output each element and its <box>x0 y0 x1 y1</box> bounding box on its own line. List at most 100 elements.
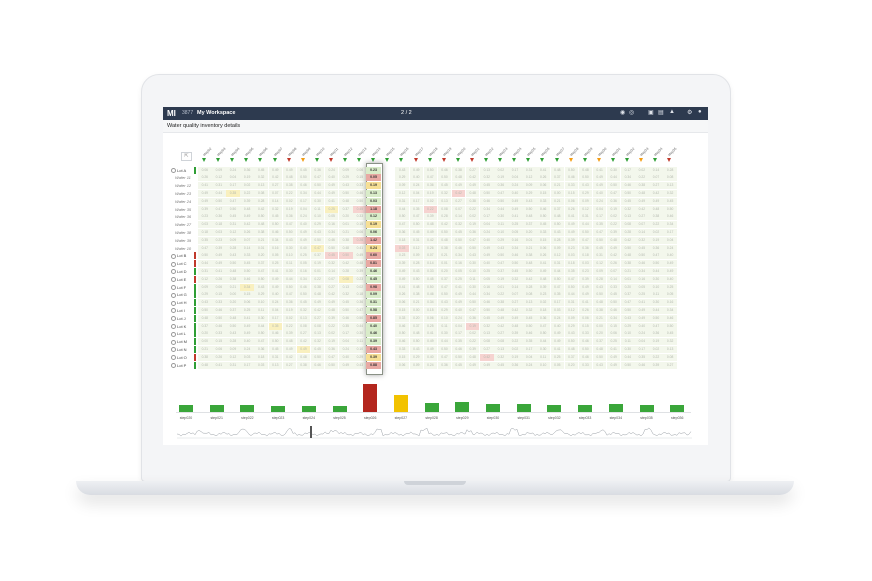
heatmap-cell[interactable]: 0.38 <box>494 299 508 307</box>
heatmap-cell[interactable]: 0.17 <box>592 213 607 221</box>
heatmap-cell[interactable]: 0.14 <box>451 213 466 221</box>
heatmap-cell[interactable]: 0.50 <box>522 267 536 275</box>
bar[interactable] <box>670 404 685 412</box>
heatmap-cell[interactable]: 0.32 <box>663 189 677 197</box>
heatmap-cell[interactable]: 0.08 <box>480 338 494 346</box>
heatmap-cell[interactable]: 0.14 <box>268 197 283 205</box>
heatmap-cell[interactable]: 0.36 <box>465 228 480 236</box>
heatmap-cell[interactable]: 0.11 <box>621 338 635 346</box>
heatmap-cell[interactable]: 0.45 <box>310 345 325 353</box>
heatmap-cell[interactable]: 0.09 <box>564 314 579 322</box>
heatmap-cell[interactable]: 0.13 <box>663 182 677 190</box>
heatmap-cell[interactable]: 0.18 <box>395 236 409 244</box>
heatmap-cell[interactable]: 0.15 <box>395 306 409 314</box>
heatmap-cell[interactable]: 0.14 <box>240 244 254 252</box>
heatmap-cell[interactable]: 0.38 <box>437 244 452 252</box>
heatmap-cell[interactable]: 0.28 <box>226 338 240 346</box>
heatmap-cell[interactable]: 0.46 <box>635 361 649 369</box>
heatmap-cell[interactable]: 0.03 <box>550 306 565 314</box>
heatmap-cell[interactable]: 0.47 <box>437 353 452 361</box>
heatmap-cell[interactable]: 0.50 <box>578 345 593 353</box>
heatmap-cell[interactable]: 0.50 <box>522 205 536 213</box>
heatmap-cell[interactable]: 0.38 <box>635 182 649 190</box>
bar[interactable] <box>639 405 654 412</box>
heatmap-cell[interactable]: 0.31 <box>226 361 240 369</box>
heatmap-cell[interactable]: 0.41 <box>578 299 593 307</box>
heatmap-cell[interactable]: 0.50 <box>437 291 452 299</box>
heatmap-cell[interactable]: 0.20 <box>409 314 424 322</box>
heatmap-cell[interactable]: 0.30 <box>437 330 452 338</box>
heatmap-cell[interactable]: 0.46 <box>339 314 353 322</box>
heatmap-cell[interactable]: 0.47 <box>465 306 480 314</box>
heatmap-cell[interactable]: 0.10 <box>353 345 367 353</box>
row-label[interactable]: Lot L <box>171 330 196 337</box>
heatmap-cell[interactable]: 0.11 <box>536 353 550 361</box>
heatmap-cell[interactable]: 0.48 <box>198 314 212 322</box>
heatmap-cell[interactable]: 0.47 <box>324 353 339 361</box>
heatmap-cell[interactable]: 0.39 <box>649 361 663 369</box>
heatmap-cell[interactable]: 0.47 <box>437 283 452 291</box>
heatmap-cell[interactable]: 0.09 <box>395 182 409 190</box>
heatmap-cell[interactable]: 0.39 <box>198 205 212 213</box>
heatmap-cell[interactable]: 0.32 <box>663 338 677 346</box>
heatmap-cell[interactable]: 0.49 <box>536 267 550 275</box>
heatmap-cell[interactable]: 0.46 <box>395 322 409 330</box>
heatmap-cell[interactable]: 0.38 <box>296 361 311 369</box>
heatmap-cell[interactable]: 0.48 <box>550 166 565 174</box>
heatmap-cell[interactable]: 0.44 <box>282 275 297 283</box>
heatmap-cell[interactable]: 0.06 <box>564 197 579 205</box>
heatmap-cell[interactable]: 0.48 <box>409 283 424 291</box>
heatmap-cell[interactable]: 0.25 <box>451 275 466 283</box>
heatmap-cell[interactable]: 0.47 <box>564 275 579 283</box>
heatmap-cell[interactable]: 0.50 <box>465 299 480 307</box>
bar[interactable] <box>179 405 193 412</box>
heatmap-cell[interactable]: 0.41 <box>592 166 607 174</box>
heatmap-cell[interactable]: 0.24 <box>226 166 240 174</box>
heatmap-cell[interactable]: 0.22 <box>465 205 480 213</box>
heatmap-cell[interactable]: 0.17 <box>339 330 353 338</box>
heatmap-cell[interactable]: 0.49 <box>578 291 593 299</box>
heatmap-cell[interactable]: 0.50 <box>254 275 268 283</box>
heatmap-cell[interactable]: 0.43 <box>226 330 240 338</box>
heatmap-cell[interactable]: 0.46 <box>324 236 339 244</box>
highlighted-cell[interactable]: 1.18 <box>366 205 381 213</box>
heatmap-cell[interactable]: 0.08 <box>296 322 311 330</box>
heatmap-cell[interactable]: 0.30 <box>254 314 268 322</box>
heatmap-cell[interactable]: 0.28 <box>621 228 635 236</box>
heatmap-cell[interactable]: 0.17 <box>508 166 522 174</box>
heatmap-cell[interactable]: 0.49 <box>423 345 438 353</box>
heatmap-cell[interactable]: 0.45 <box>324 252 339 260</box>
heatmap-cell[interactable]: 0.50 <box>663 322 677 330</box>
heatmap-cell[interactable]: 0.50 <box>564 166 579 174</box>
heatmap-cell[interactable]: 0.29 <box>494 236 508 244</box>
heatmap-cell[interactable]: 0.42 <box>240 221 254 229</box>
expand-row-icon[interactable] <box>171 362 176 368</box>
heatmap-cell[interactable]: 0.10 <box>282 252 297 260</box>
expand-row-icon[interactable] <box>171 261 176 267</box>
heatmap-cell[interactable]: 0.29 <box>339 174 353 182</box>
heatmap-cell[interactable]: 0.17 <box>635 345 649 353</box>
heatmap-cell[interactable]: 0.09 <box>592 267 607 275</box>
heatmap-cell[interactable]: 0.21 <box>254 236 268 244</box>
heatmap-cell[interactable]: 0.38 <box>592 306 607 314</box>
heatmap-cell[interactable]: 0.50 <box>409 275 424 283</box>
heatmap-cell[interactable]: 0.36 <box>494 182 508 190</box>
highlighted-cell[interactable]: 0.39 <box>366 353 381 361</box>
heatmap-cell[interactable]: 0.22 <box>282 322 297 330</box>
heatmap-cell[interactable]: 0.07 <box>423 252 438 260</box>
heatmap-cell[interactable]: 0.48 <box>339 197 353 205</box>
heatmap-cell[interactable]: 0.36 <box>212 213 226 221</box>
heatmap-cell[interactable]: 0.30 <box>649 299 663 307</box>
heatmap-cell[interactable]: 0.47 <box>310 244 325 252</box>
heatmap-cell[interactable]: 0.46 <box>536 205 550 213</box>
heatmap-cell[interactable]: 0.19 <box>324 338 339 346</box>
heatmap-cell[interactable]: 0.50 <box>268 338 283 346</box>
heatmap-cell[interactable]: 0.50 <box>296 291 311 299</box>
heatmap-cell[interactable]: 0.25 <box>508 221 522 229</box>
heatmap-cell[interactable]: 0.42 <box>282 353 297 361</box>
heatmap-cell[interactable]: 0.38 <box>198 353 212 361</box>
heatmap-cell[interactable]: 0.33 <box>578 361 593 369</box>
heatmap-cell[interactable]: 0.26 <box>198 174 212 182</box>
heatmap-cell[interactable]: 0.08 <box>494 338 508 346</box>
heatmap-cell[interactable]: 0.45 <box>226 213 240 221</box>
